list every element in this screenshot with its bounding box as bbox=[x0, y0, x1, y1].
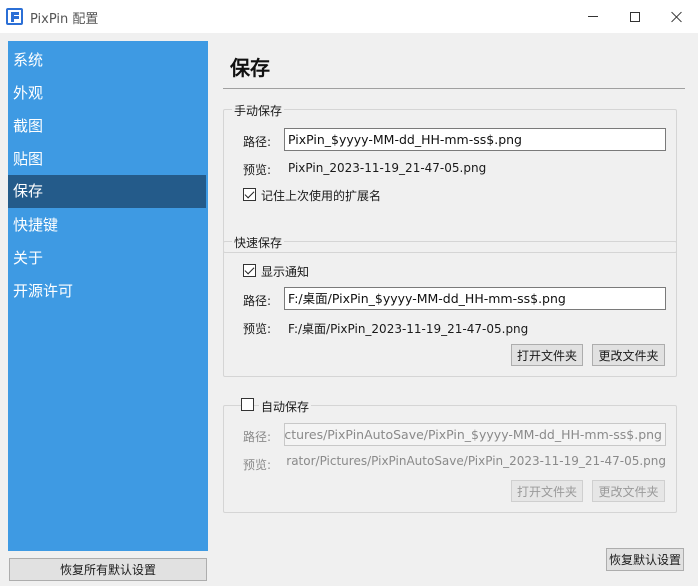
window-title: PixPin 配置 bbox=[30, 12, 99, 27]
remember-extension-checkbox[interactable] bbox=[243, 188, 256, 201]
remember-extension-label[interactable]: 记住上次使用的扩展名 bbox=[261, 187, 381, 204]
auto-path-input[interactable]: r/Pictures/PixPinAutoSave/PixPin_$yyyy-M… bbox=[284, 423, 666, 446]
quick-open-folder-button[interactable]: 打开文件夹 bbox=[511, 344, 583, 366]
manual-save-group-label: 手动保存 bbox=[232, 102, 285, 119]
auto-preview-label: 预览: bbox=[243, 458, 272, 472]
sidebar-item-screenshot[interactable]: 截图 bbox=[8, 110, 206, 143]
sidebar-item-pin[interactable]: 贴图 bbox=[8, 143, 206, 176]
settings-panel: 保存 手动保存 路径: PixPin_$yyyy-MM-dd_HH-mm-ss$… bbox=[213, 41, 698, 586]
quick-change-folder-button[interactable]: 更改文件夹 bbox=[592, 344, 665, 366]
show-notification-label[interactable]: 显示通知 bbox=[261, 263, 309, 280]
minimize-icon bbox=[588, 16, 598, 17]
pixpin-app-icon bbox=[6, 8, 23, 25]
close-icon bbox=[671, 11, 683, 23]
restore-default-button[interactable]: 恢复默认设置 bbox=[606, 548, 684, 571]
sidebar-item-shortcuts[interactable]: 快捷键 bbox=[8, 209, 206, 242]
manual-preview-value: PixPin_2023-11-19_21-47-05.png bbox=[288, 161, 487, 175]
sidebar-item-save[interactable]: 保存 bbox=[8, 175, 206, 208]
auto-save-checkbox[interactable] bbox=[241, 398, 254, 411]
manual-path-input[interactable]: PixPin_$yyyy-MM-dd_HH-mm-ss$.png bbox=[284, 128, 666, 151]
title-divider bbox=[223, 88, 685, 89]
sidebar-item-licenses[interactable]: 开源许可 bbox=[8, 275, 206, 308]
sidebar: 系统 外观 截图 贴图 保存 快捷键 关于 开源许可 bbox=[8, 41, 208, 551]
auto-path-label: 路径: bbox=[243, 430, 272, 444]
quick-preview-label: 预览: bbox=[243, 322, 272, 336]
manual-preview-label: 预览: bbox=[243, 163, 272, 177]
quick-path-label: 路径: bbox=[243, 294, 272, 308]
reset-all-defaults-button[interactable]: 恢复所有默认设置 bbox=[9, 558, 207, 581]
quick-path-input[interactable]: F:/桌面/PixPin_$yyyy-MM-dd_HH-mm-ss$.png bbox=[284, 287, 666, 310]
auto-preview-clip: istrator/Pictures/PixPinAutoSave/PixPin_… bbox=[286, 454, 666, 472]
auto-open-folder-button[interactable]: 打开文件夹 bbox=[511, 480, 583, 502]
auto-change-folder-button[interactable]: 更改文件夹 bbox=[592, 480, 665, 502]
sidebar-item-about[interactable]: 关于 bbox=[8, 242, 206, 275]
show-notification-checkbox[interactable] bbox=[243, 264, 256, 277]
title-bar: PixPin 配置 bbox=[0, 0, 698, 33]
page-title: 保存 bbox=[230, 56, 270, 80]
auto-path-value: r/Pictures/PixPinAutoSave/PixPin_$yyyy-M… bbox=[284, 427, 662, 442]
sidebar-item-system[interactable]: 系统 bbox=[8, 44, 206, 77]
manual-path-label: 路径: bbox=[243, 135, 272, 149]
quick-save-group-label: 快速保存 bbox=[232, 234, 285, 251]
minimize-button[interactable] bbox=[570, 0, 616, 33]
auto-save-group-label[interactable]: 自动保存 bbox=[259, 398, 312, 415]
quick-preview-value: F:/桌面/PixPin_2023-11-19_21-47-05.png bbox=[288, 322, 529, 336]
maximize-button[interactable] bbox=[612, 0, 658, 33]
close-button[interactable] bbox=[654, 0, 698, 33]
sidebar-item-appearance[interactable]: 外观 bbox=[8, 77, 206, 110]
auto-preview-value: istrator/Pictures/PixPinAutoSave/PixPin_… bbox=[286, 454, 666, 468]
maximize-icon bbox=[630, 11, 640, 22]
